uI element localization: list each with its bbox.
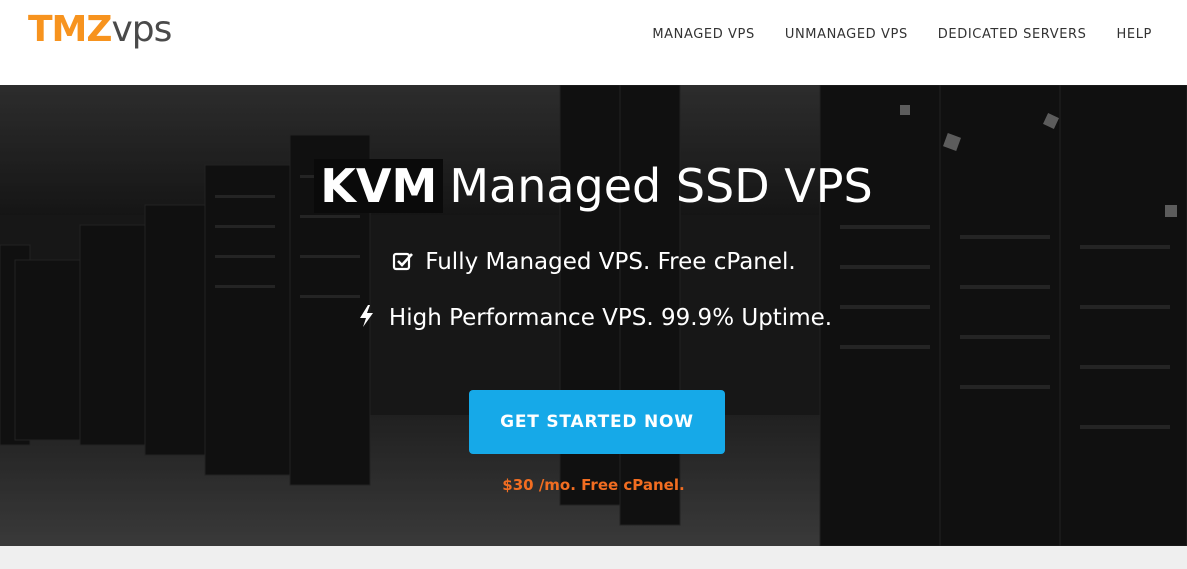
checkbox-icon [391, 249, 415, 273]
feature-performance-text: High Performance VPS. 99.9% Uptime. [388, 305, 833, 331]
logo-vps: vps [111, 9, 172, 50]
nav-dedicated-servers[interactable]: DEDICATED SERVERS [938, 26, 1087, 44]
feature-performance: High Performance VPS. 99.9% Uptime. [0, 302, 1187, 334]
feature-managed-text: Fully Managed VPS. Free cPanel. [425, 249, 796, 275]
page-bottom-strip [0, 546, 1187, 569]
logo-tmz: TMZ [28, 9, 112, 50]
title-rest: Managed SSD VPS [449, 159, 873, 213]
feature-managed: Fully Managed VPS. Free cPanel. [0, 246, 1187, 278]
site-logo[interactable]: TMZ vps [28, 8, 172, 52]
get-started-button[interactable]: GET STARTED NOW [469, 390, 725, 454]
lightning-icon [355, 304, 379, 328]
main-nav: MANAGED VPS UNMANAGED VPS DEDICATED SERV… [652, 26, 1152, 44]
nav-managed-vps[interactable]: MANAGED VPS [652, 26, 755, 44]
price-text: $30 /mo. Free cPanel. [502, 476, 685, 494]
site-header: TMZ vps MANAGED VPS UNMANAGED VPS DEDICA… [0, 0, 1187, 85]
nav-help[interactable]: HELP [1117, 26, 1152, 44]
title-highlight: KVM [314, 159, 444, 213]
nav-unmanaged-vps[interactable]: UNMANAGED VPS [785, 26, 908, 44]
hero-section: KVM Managed SSD VPS Fully Managed VPS. Fr… [0, 85, 1187, 546]
hero-title: KVM Managed SSD VPS [0, 155, 1187, 217]
